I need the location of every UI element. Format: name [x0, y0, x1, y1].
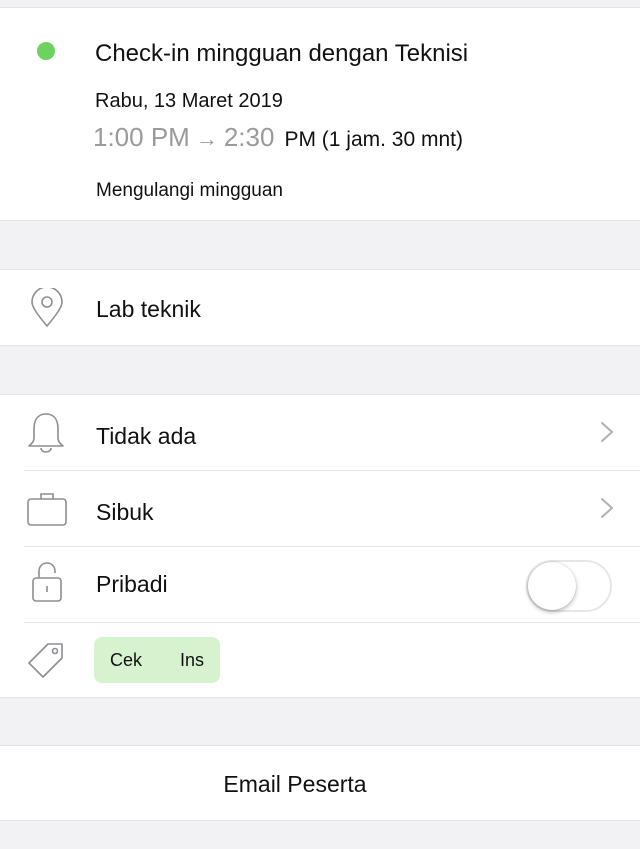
private-row: Pribadi — [0, 547, 640, 623]
reminder-label: Tidak ada — [96, 423, 197, 449]
private-toggle[interactable] — [526, 560, 612, 612]
lock-icon — [32, 562, 62, 602]
event-time-range: 1:00 PM → 2:30 PM (1 jam. 30 mnt) — [93, 122, 463, 153]
event-recurrence: Mengulangi mingguan — [96, 180, 283, 201]
location-label: Lab teknik — [96, 296, 201, 322]
tag-label: Cek — [110, 649, 143, 670]
calendar-color-dot — [37, 42, 55, 60]
arrow-right-icon: → — [195, 126, 218, 151]
event-title: Check-in mingguan dengan Teknisi — [95, 40, 469, 67]
tag-icon — [28, 643, 63, 678]
tags-row: Cek Ins — [0, 623, 640, 699]
event-settings: Tidak ada Sibuk Pribadi Cek Ins — [0, 394, 640, 698]
status-row[interactable]: Sibuk — [0, 471, 640, 547]
email-attendees-button[interactable]: Email Peserta — [0, 746, 590, 822]
event-details-page: Check-in mingguan dengan Teknisi Rabu, 1… — [0, 0, 640, 849]
location-pin-icon — [31, 288, 63, 327]
tag-label: Ins — [180, 649, 205, 670]
event-header: Check-in mingguan dengan Teknisi Rabu, 1… — [0, 7, 640, 221]
private-label: Pribadi — [96, 571, 168, 597]
end-time: 2:30 — [223, 122, 275, 152]
bell-icon — [28, 413, 64, 453]
location-row[interactable]: Lab teknik — [0, 269, 640, 346]
event-date: Rabu, 13 Maret 2019 — [95, 90, 283, 112]
chevron-right-icon — [601, 422, 613, 442]
reminder-row[interactable]: Tidak ada — [0, 395, 640, 471]
event-duration: PM (1 jam. 30 mnt) — [284, 128, 463, 151]
chevron-right-icon — [601, 498, 613, 518]
toggle-knob — [528, 562, 576, 610]
status-label: Sibuk — [96, 499, 154, 525]
start-time: 1:00 PM — [93, 122, 190, 152]
tag-chip[interactable]: Cek Ins — [94, 637, 221, 683]
email-attendees-row: Email Peserta — [0, 745, 640, 821]
briefcase-icon — [27, 493, 67, 526]
